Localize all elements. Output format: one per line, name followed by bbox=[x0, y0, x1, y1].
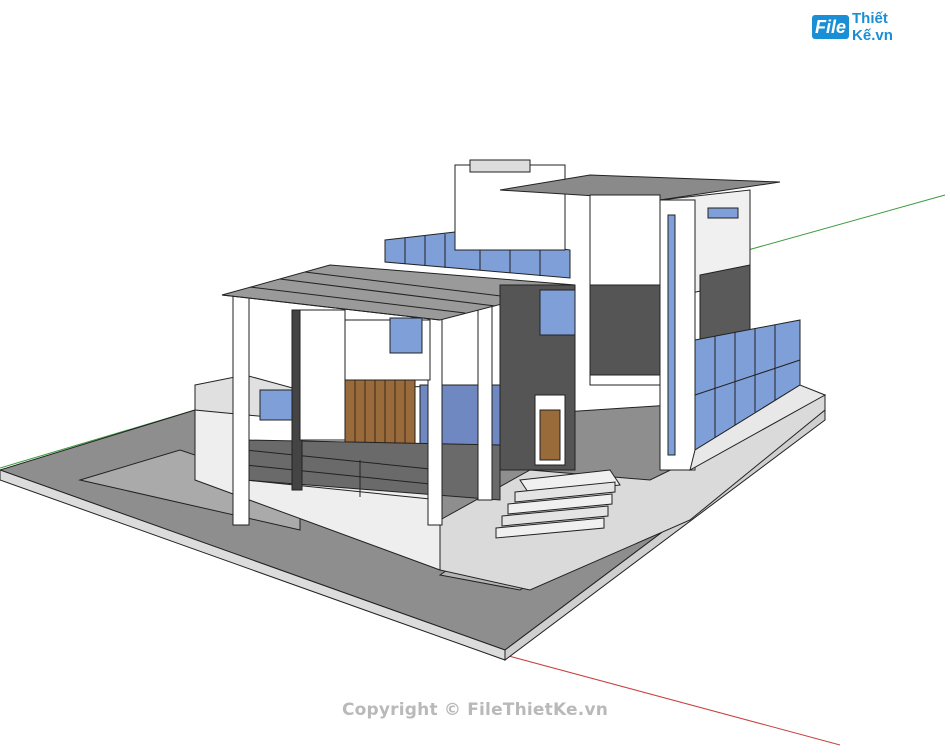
site-logo: File Thiết Kế.vn bbox=[812, 10, 932, 44]
pergola-column-back-right bbox=[477, 299, 493, 501]
green-axis bbox=[747, 194, 946, 251]
roof-stair-box bbox=[454, 164, 566, 251]
entry-door bbox=[539, 409, 561, 461]
tower-slot-window bbox=[707, 207, 739, 219]
dark-block-window bbox=[539, 289, 576, 336]
copyright-watermark: Copyright © FileThietKe.vn bbox=[341, 700, 609, 720]
left-wing-window bbox=[259, 389, 296, 421]
pergola-side-wall bbox=[299, 309, 346, 441]
roof-stair-cap bbox=[469, 159, 531, 173]
logo-text: Thiết Kế.vn bbox=[852, 10, 893, 44]
model-viewport[interactable] bbox=[0, 0, 950, 748]
tower-vertical-window bbox=[667, 214, 676, 456]
upper-window-center bbox=[389, 317, 423, 354]
logo-mark: File bbox=[812, 15, 850, 39]
tower-fin-column bbox=[659, 199, 696, 471]
tower-dark-band bbox=[589, 284, 661, 376]
house-model-render bbox=[0, 159, 946, 746]
pergola-column-front-left bbox=[232, 294, 250, 526]
